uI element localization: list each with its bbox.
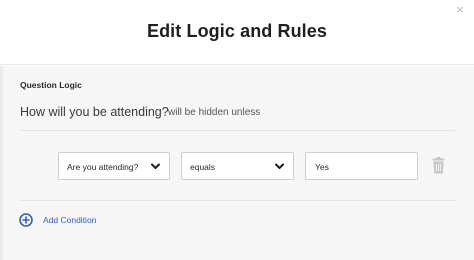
- operator-select-value: equals: [190, 162, 216, 172]
- add-condition-button[interactable]: Add Condition: [43, 215, 96, 225]
- modal-title: Edit Logic and Rules: [146, 21, 327, 41]
- value-input[interactable]: Yes: [305, 152, 418, 180]
- chevron-down-icon: [151, 163, 160, 169]
- question-text: How will you be attending?: [20, 105, 169, 119]
- trash-icon[interactable]: [432, 157, 445, 174]
- operator-select[interactable]: equals: [181, 152, 294, 180]
- divider: [20, 130, 455, 131]
- hidden-unless-text: will be hidden unless: [168, 107, 261, 118]
- modal-header: Edit Logic and Rules ×: [0, 0, 474, 65]
- close-icon[interactable]: ×: [453, 3, 467, 17]
- divider: [20, 200, 455, 201]
- question-select[interactable]: Are you attending?: [58, 152, 170, 180]
- chevron-down-icon: [275, 163, 284, 169]
- plus-circle-icon[interactable]: [19, 213, 33, 227]
- question-select-value: Are you attending?: [67, 162, 139, 172]
- section-title: Question Logic: [20, 80, 82, 90]
- body-edge: [0, 66, 3, 260]
